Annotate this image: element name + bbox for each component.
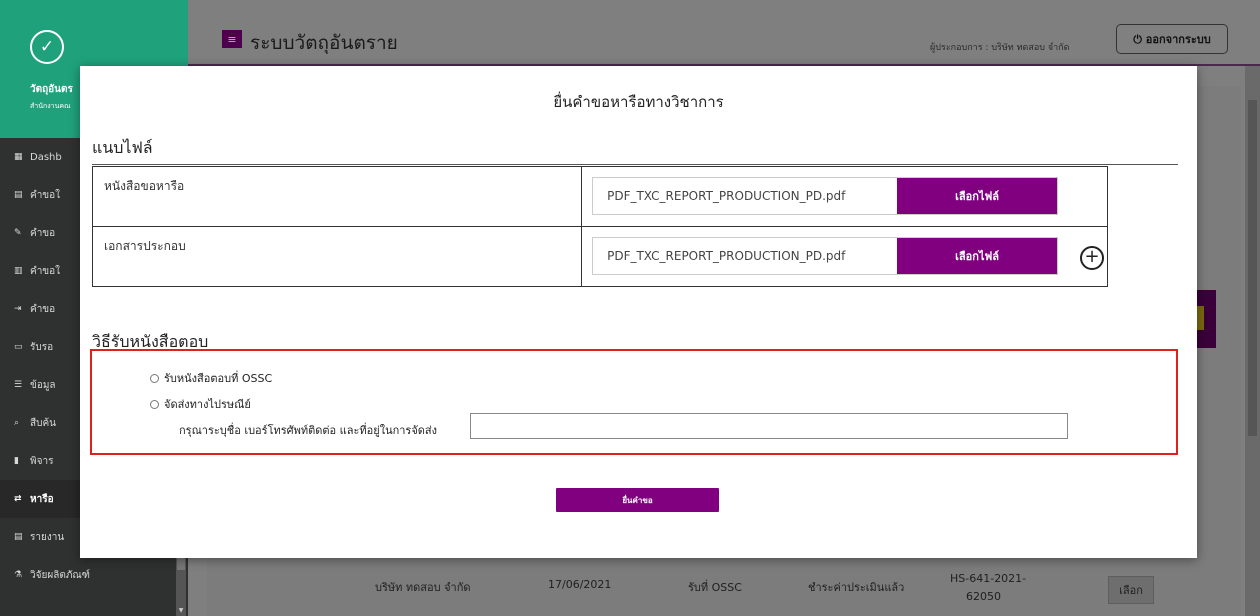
sidebar-item-label: รับรอ	[30, 341, 54, 353]
file-attachment-table: หนังสือขอหารือ PDF_TXC_REPORT_PRODUCTION…	[91, 166, 1108, 287]
choose-file-button[interactable]: เลือกไฟล์	[897, 178, 1058, 214]
file-label: หนังสือขอหารือ	[91, 166, 583, 227]
sidebar-item-label: คำขอ	[30, 303, 56, 315]
radio-post[interactable]	[150, 399, 159, 409]
row-company: บริษัท ทดสอบ จำกัด	[375, 581, 471, 594]
sidebar-item-label: คำขอ	[30, 227, 56, 239]
menu-toggle-icon[interactable]: ≡	[222, 30, 242, 48]
option-label: รับหนังสือตอบที่ OSSC	[164, 372, 273, 385]
file-label: เอกสารประกอบ	[91, 226, 583, 287]
row-ref-line1: HS-641-2021-	[950, 572, 1027, 585]
sidebar-item-label: Dashb	[30, 151, 62, 163]
table-row: หนังสือขอหารือ PDF_TXC_REPORT_PRODUCTION…	[91, 166, 1108, 227]
sidebar-item-label: พิจาร	[30, 455, 54, 467]
option-ossc[interactable]: รับหนังสือตอบที่ OSSC	[150, 369, 272, 387]
sidebar-item-label: วิจัยผลิตภัณฑ์	[30, 569, 90, 581]
app-title: ระบบวัตถุอันตราย	[250, 32, 398, 54]
report-icon: ▤	[14, 532, 23, 542]
section-divider	[92, 164, 1178, 165]
scroll-down-icon[interactable]: ▼	[176, 607, 186, 614]
file-name: PDF_TXC_REPORT_PRODUCTION_PD.pdf	[607, 189, 846, 203]
import-icon: ⇥	[14, 304, 22, 314]
sidebar-item-label: รายงาน	[30, 531, 65, 543]
row-receive: รับที่ OSSC	[688, 581, 742, 594]
row-date: 17/06/2021	[548, 578, 612, 591]
sidebar-item-label: สืบค้น	[30, 417, 56, 429]
card-icon: ▭	[14, 342, 23, 352]
consult-request-modal: ยื่นคำขอหารือทางวิชาการ แนบไฟล์ หนังสือข…	[80, 66, 1197, 558]
address-label: กรุณาระบุชื่อ เบอร์โทรศัพท์ติดต่อ และที่…	[179, 424, 438, 437]
document-icon: ▤	[14, 190, 23, 200]
address-input[interactable]	[470, 413, 1068, 439]
choose-file-button[interactable]: เลือกไฟล์	[897, 238, 1058, 274]
user-label: ผู้ประกอบการ : บริษัท ทดสอบ จำกัด	[930, 43, 1070, 53]
logo-icon: ✓	[30, 30, 64, 64]
list-icon: ☰	[14, 380, 23, 390]
option-post[interactable]: จัดส่งทางไปรษณีย์	[150, 395, 251, 413]
attach-section-title: แนบไฟล์	[92, 138, 153, 157]
sidebar-item-label: คำขอใ	[30, 265, 61, 277]
file-name: PDF_TXC_REPORT_PRODUCTION_PD.pdf	[607, 249, 846, 263]
logout-button[interactable]: ⏻ ออกจากระบบ	[1116, 24, 1228, 54]
add-file-icon[interactable]: +	[1080, 246, 1104, 270]
sidebar-item-label: ข้อมูล	[30, 379, 56, 391]
sidebar-item-research[interactable]: ⚗ วิจัยผลิตภัณฑ์	[0, 556, 188, 594]
radio-ossc[interactable]	[150, 373, 159, 383]
row-select-button[interactable]: เลือก	[1108, 576, 1154, 604]
page-scrollbar[interactable]	[1245, 66, 1260, 616]
search-icon: ⌕	[14, 418, 20, 428]
dashboard-icon: ▦	[14, 152, 23, 162]
book-icon: ▮	[14, 456, 19, 466]
file-input[interactable]: PDF_TXC_REPORT_PRODUCTION_PD.pdf เลือกไฟ…	[592, 237, 1059, 275]
reply-method-box: รับหนังสือตอบที่ OSSC จัดส่งทางไปรษณีย์ …	[90, 349, 1178, 455]
table-row: เอกสารประกอบ PDF_TXC_REPORT_PRODUCTION_P…	[91, 226, 1108, 287]
file-input-cell: PDF_TXC_REPORT_PRODUCTION_PD.pdf เลือกไฟ…	[581, 226, 1108, 287]
row-status: ชำระค่าประเมินแล้ว	[808, 581, 905, 594]
sidebar-item-label: หารือ	[30, 493, 54, 505]
option-label: จัดส่งทางไปรษณีย์	[164, 398, 251, 411]
top-header: ≡ ระบบวัตถุอันตราย ผู้ประกอบการ : บริษัท…	[188, 0, 1260, 66]
row-ref-line2: 62050	[966, 590, 1001, 603]
submit-button[interactable]: ยื่นคำขอ	[556, 488, 719, 512]
file-input[interactable]: PDF_TXC_REPORT_PRODUCTION_PD.pdf เลือกไฟ…	[592, 177, 1059, 215]
sidebar-item-label: คำขอใ	[30, 189, 61, 201]
scrollbar-thumb[interactable]	[1248, 100, 1257, 436]
file-input-cell: PDF_TXC_REPORT_PRODUCTION_PD.pdf เลือกไฟ…	[581, 166, 1108, 227]
modal-title: ยื่นคำขอหารือทางวิชาการ	[553, 93, 724, 111]
exchange-icon: ⇄	[14, 494, 22, 504]
copy-icon: ▥	[14, 266, 23, 276]
edit-icon: ✎	[14, 228, 22, 238]
flask-icon: ⚗	[14, 570, 23, 580]
